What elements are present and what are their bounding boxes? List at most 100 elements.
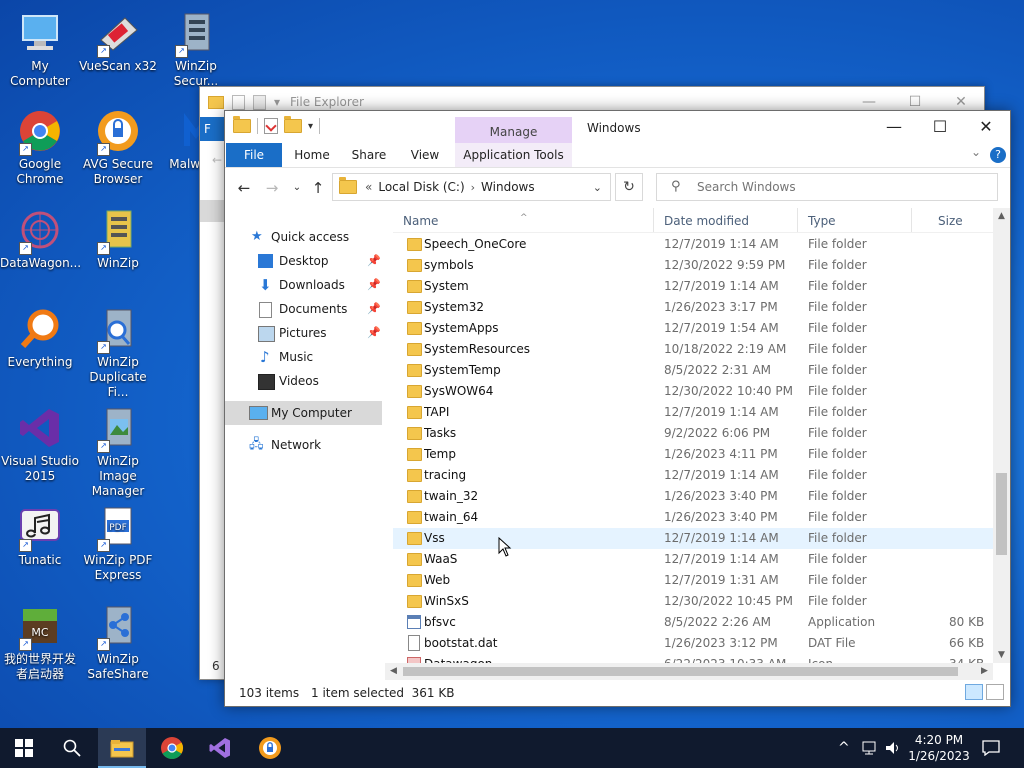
close-button[interactable]: ✕ [963,111,1009,143]
taskbar-clock[interactable]: 4:20 PM 1/26/2023 [896,732,982,764]
search-button[interactable] [48,728,96,768]
taskbar-file-explorer[interactable] [98,728,146,768]
tab-file[interactable]: File [226,143,282,167]
vertical-scroll-thumb[interactable] [996,473,1007,555]
show-hidden-icons-button[interactable]: ^ [838,728,850,768]
breadcrumb-local-disk[interactable]: Local Disk (C:) [378,180,464,194]
desktop-icon-winzip-secure[interactable]: ↗ WinZip Secur... [156,10,236,89]
table-row[interactable]: Tasks 9/2/2022 6:06 PM File folder [393,423,995,444]
desktop-icon-winzip[interactable]: ↗ WinZip [78,207,158,271]
nav-quick-access[interactable]: ★ Quick access [225,225,382,249]
maximize-button[interactable]: ☐ [917,111,963,143]
column-type[interactable]: Type [797,208,911,232]
column-size[interactable]: Size [911,208,995,232]
breadcrumb-chevron-icon[interactable]: › [471,181,475,194]
table-row[interactable]: tracing 12/7/2019 1:14 AM File folder [393,465,995,486]
table-row[interactable]: bfsvc 8/5/2022 2:26 AM Application 80 KB [393,612,995,633]
desktop-icon-everything[interactable]: Everything [0,306,80,370]
search-input[interactable] [695,179,989,195]
table-row[interactable]: SystemResources 10/18/2022 2:19 AM File fo… [393,339,995,360]
table-row[interactable]: symbols 12/30/2022 9:59 PM File folder [393,255,995,276]
nav-music[interactable]: ♪ Music [225,345,382,369]
table-row[interactable]: System 12/7/2019 1:14 AM File folder [393,276,995,297]
table-row[interactable]: Speech_OneCore 12/7/2019 1:14 AM File fold… [393,234,995,255]
expand-ribbon-icon[interactable]: ⌄ [971,145,981,159]
tab-share[interactable]: Share [343,143,395,167]
large-icons-view-button[interactable] [986,684,1004,700]
pin-icon[interactable]: 📌 [367,297,381,321]
table-row[interactable]: SysWOW64 12/30/2022 10:40 PM File folder [393,381,995,402]
desktop-icon-winzip-duplicate[interactable]: ↗ WinZip Duplicate Fi... [78,306,158,400]
properties-icon[interactable] [264,118,278,134]
desktop-icon-tunatic[interactable]: ↗ Tunatic [0,504,80,568]
table-row[interactable]: System32 1/26/2023 3:17 PM File folder [393,297,995,318]
breadcrumb-windows[interactable]: Windows [481,180,535,194]
up-button[interactable]: ↑ [308,179,328,197]
network-tray-icon[interactable] [861,728,879,768]
file-explorer-window[interactable]: ▾ Manage Windows — ☐ ✕ File Home Share V… [224,110,1011,707]
help-icon[interactable]: ? [990,147,1006,163]
desktop-icon-visual-studio[interactable]: Visual Studio 2015 [0,405,80,484]
table-row[interactable]: TAPI 12/7/2019 1:14 AM File folder [393,402,995,423]
tab-home[interactable]: Home [287,143,337,167]
title-bar[interactable]: ▾ Manage Windows — ☐ ✕ [225,111,1010,165]
taskbar-chrome[interactable] [148,728,196,768]
table-row[interactable]: WinSxS 12/30/2022 10:45 PM File folder [393,591,995,612]
table-row[interactable]: Web 12/7/2019 1:31 AM File folder [393,570,995,591]
vertical-scrollbar[interactable]: ▲ ▼ [993,208,1010,663]
nav-videos[interactable]: Videos [225,369,382,393]
qat-dropdown-icon[interactable]: ▾ [308,121,313,132]
desktop-icon-winzip-safeshare[interactable]: ↗ WinZip SafeShare [78,603,158,682]
desktop-icon-minecraft-launcher[interactable]: MC ↗ 我的世界开发者启动器 [0,603,80,682]
scroll-left-icon[interactable]: ◀ [385,663,402,680]
taskbar-visual-studio[interactable] [196,728,244,768]
column-name[interactable]: Name ^ [393,208,651,232]
table-row[interactable]: Vss 12/7/2019 1:14 AM File folder [393,528,995,549]
table-row[interactable]: WaaS 12/7/2019 1:14 AM File folder [393,549,995,570]
forward-button[interactable]: → [262,179,282,197]
desktop-icon-avg-secure-browser[interactable]: ↗ AVG Secure Browser [78,108,158,187]
table-row[interactable]: Datawagon... 6/22/2023 10:33 AM Icon 34 KB [393,654,995,663]
address-dropdown-icon[interactable]: ⌄ [593,181,602,194]
minimize-button[interactable]: — [871,111,917,143]
address-bar[interactable]: « Local Disk (C:) › Windows ⌄ [332,173,611,201]
desktop-icon-winzip-pdf-express[interactable]: PDF ↗ WinZip PDF Express [78,504,158,583]
scroll-down-icon[interactable]: ▼ [993,650,1010,660]
scroll-up-icon[interactable]: ▲ [993,211,1010,221]
table-row[interactable]: twain_64 1/26/2023 3:40 PM File folder [393,507,995,528]
recent-locations-button[interactable]: ⌄ [287,179,307,197]
taskbar-avg-secure-browser[interactable] [246,728,294,768]
column-date-modified[interactable]: Date modified [653,208,797,232]
table-row[interactable]: SystemApps 12/7/2019 1:54 AM File folder [393,318,995,339]
horizontal-scrollbar[interactable]: ◀ ▶ [385,663,993,680]
pin-icon[interactable]: 📌 [367,249,381,273]
address-overflow[interactable]: « [365,180,372,194]
pin-icon[interactable]: 📌 [367,321,381,345]
tab-application-tools[interactable]: Application Tools [455,143,572,167]
nav-network[interactable]: 🖧 Network [225,433,382,457]
desktop-icon-my-computer[interactable]: My Computer [0,10,80,89]
desktop-icon-vuescan[interactable]: ↗ VueScan x32 [78,10,158,74]
new-folder-icon[interactable] [284,116,302,133]
desktop-icon-winzip-image-manager[interactable]: ↗ WinZip Image Manager [78,405,158,499]
back-button[interactable]: ← [234,179,254,197]
desktop-icon-google-chrome[interactable]: ↗ Google Chrome [0,108,80,187]
action-center-button[interactable] [982,728,1000,768]
table-row[interactable]: twain_32 1/26/2023 3:40 PM File folder [393,486,995,507]
search-box[interactable]: ⚲ [656,173,998,201]
nav-pictures[interactable]: Pictures 📌 [225,321,382,345]
nav-my-computer[interactable]: My Computer [225,401,382,425]
nav-documents[interactable]: Documents 📌 [225,297,382,321]
table-row[interactable]: Temp 1/26/2023 4:11 PM File folder [393,444,995,465]
start-button[interactable] [0,728,48,768]
horizontal-scroll-thumb[interactable] [403,667,958,676]
desktop-icon-datawagon[interactable]: ↗ DataWagon... [0,207,81,271]
nav-desktop[interactable]: Desktop 📌 [225,249,382,273]
pin-icon[interactable]: 📌 [367,273,381,297]
table-row[interactable]: bootstat.dat 1/26/2023 3:12 PM DAT File 66 … [393,633,995,654]
details-view-button[interactable] [965,684,983,700]
table-row[interactable]: SystemTemp 8/5/2022 2:31 AM File folder [393,360,995,381]
nav-downloads[interactable]: ⬇ Downloads 📌 [225,273,382,297]
refresh-button[interactable]: ↻ [615,173,643,201]
scroll-right-icon[interactable]: ▶ [976,663,993,680]
